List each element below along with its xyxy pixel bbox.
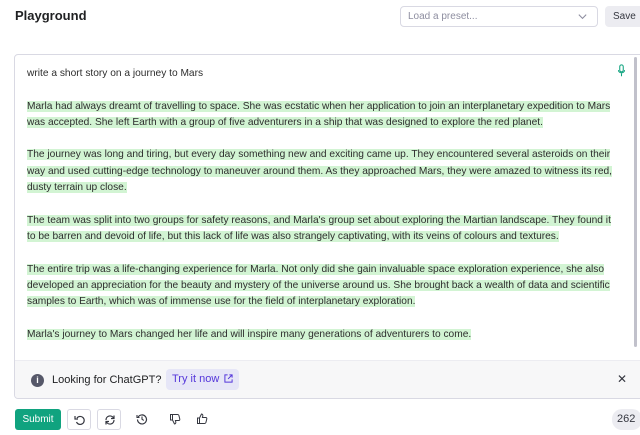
- external-link-icon: [224, 374, 233, 383]
- try-link-label: Try it now: [172, 373, 220, 385]
- thumbs-down-icon: [170, 414, 181, 425]
- submit-button[interactable]: Submit: [15, 409, 61, 430]
- completion-paragraph: Marla had always dreamt of travelling to…: [27, 99, 617, 132]
- save-button[interactable]: Save: [605, 6, 640, 27]
- regenerate-button[interactable]: [97, 409, 121, 430]
- completion-text: The team was split into two groups for s…: [27, 214, 611, 242]
- completion-paragraph: Marla's journey to Mars changed her life…: [27, 327, 617, 343]
- close-icon[interactable]: ✕: [615, 372, 629, 386]
- page-title: Playground: [15, 8, 87, 23]
- scrollbar[interactable]: [634, 57, 637, 347]
- chevron-down-icon: [578, 14, 587, 20]
- preset-placeholder: Load a preset...: [408, 11, 478, 22]
- banner-text: Looking for ChatGPT?: [52, 374, 162, 386]
- undo-icon: [74, 415, 85, 426]
- completion-text: Marla's journey to Mars changed her life…: [27, 328, 472, 340]
- completion-paragraph: The entire trip was a life-changing expe…: [27, 262, 617, 311]
- microphone-icon[interactable]: [617, 64, 626, 78]
- info-icon: i: [31, 374, 44, 387]
- prompt-text: write a short story on a journey to Mars: [27, 68, 204, 79]
- completion-text: The entire trip was a life-changing expe…: [27, 263, 610, 308]
- preset-select[interactable]: Load a preset...: [400, 6, 598, 27]
- thumbs-up-button[interactable]: [190, 409, 214, 430]
- completion-paragraph: The journey was long and tiring, but eve…: [27, 147, 617, 196]
- chatgpt-banner: i Looking for ChatGPT? Try it now ✕: [15, 360, 640, 398]
- history-icon: [136, 414, 148, 425]
- try-it-now-link[interactable]: Try it now: [166, 369, 240, 390]
- editor-content[interactable]: write a short story on a journey to Mars…: [27, 66, 617, 358]
- token-count: 262: [612, 409, 640, 430]
- prompt-editor[interactable]: write a short story on a journey to Mars…: [14, 54, 640, 399]
- thumbs-up-icon: [197, 413, 208, 424]
- completion-paragraph: The team was split into two groups for s…: [27, 213, 617, 246]
- header: Playground Load a preset... Save: [0, 0, 640, 34]
- footer-toolbar: Submit 262: [0, 406, 640, 435]
- regenerate-icon: [105, 415, 115, 425]
- undo-button[interactable]: [67, 409, 91, 430]
- thumbs-down-button[interactable]: [163, 409, 187, 430]
- completion-text: Marla had always dreamt of travelling to…: [27, 100, 611, 128]
- history-button[interactable]: [130, 409, 154, 430]
- completion-text: The journey was long and tiring, but eve…: [27, 149, 612, 194]
